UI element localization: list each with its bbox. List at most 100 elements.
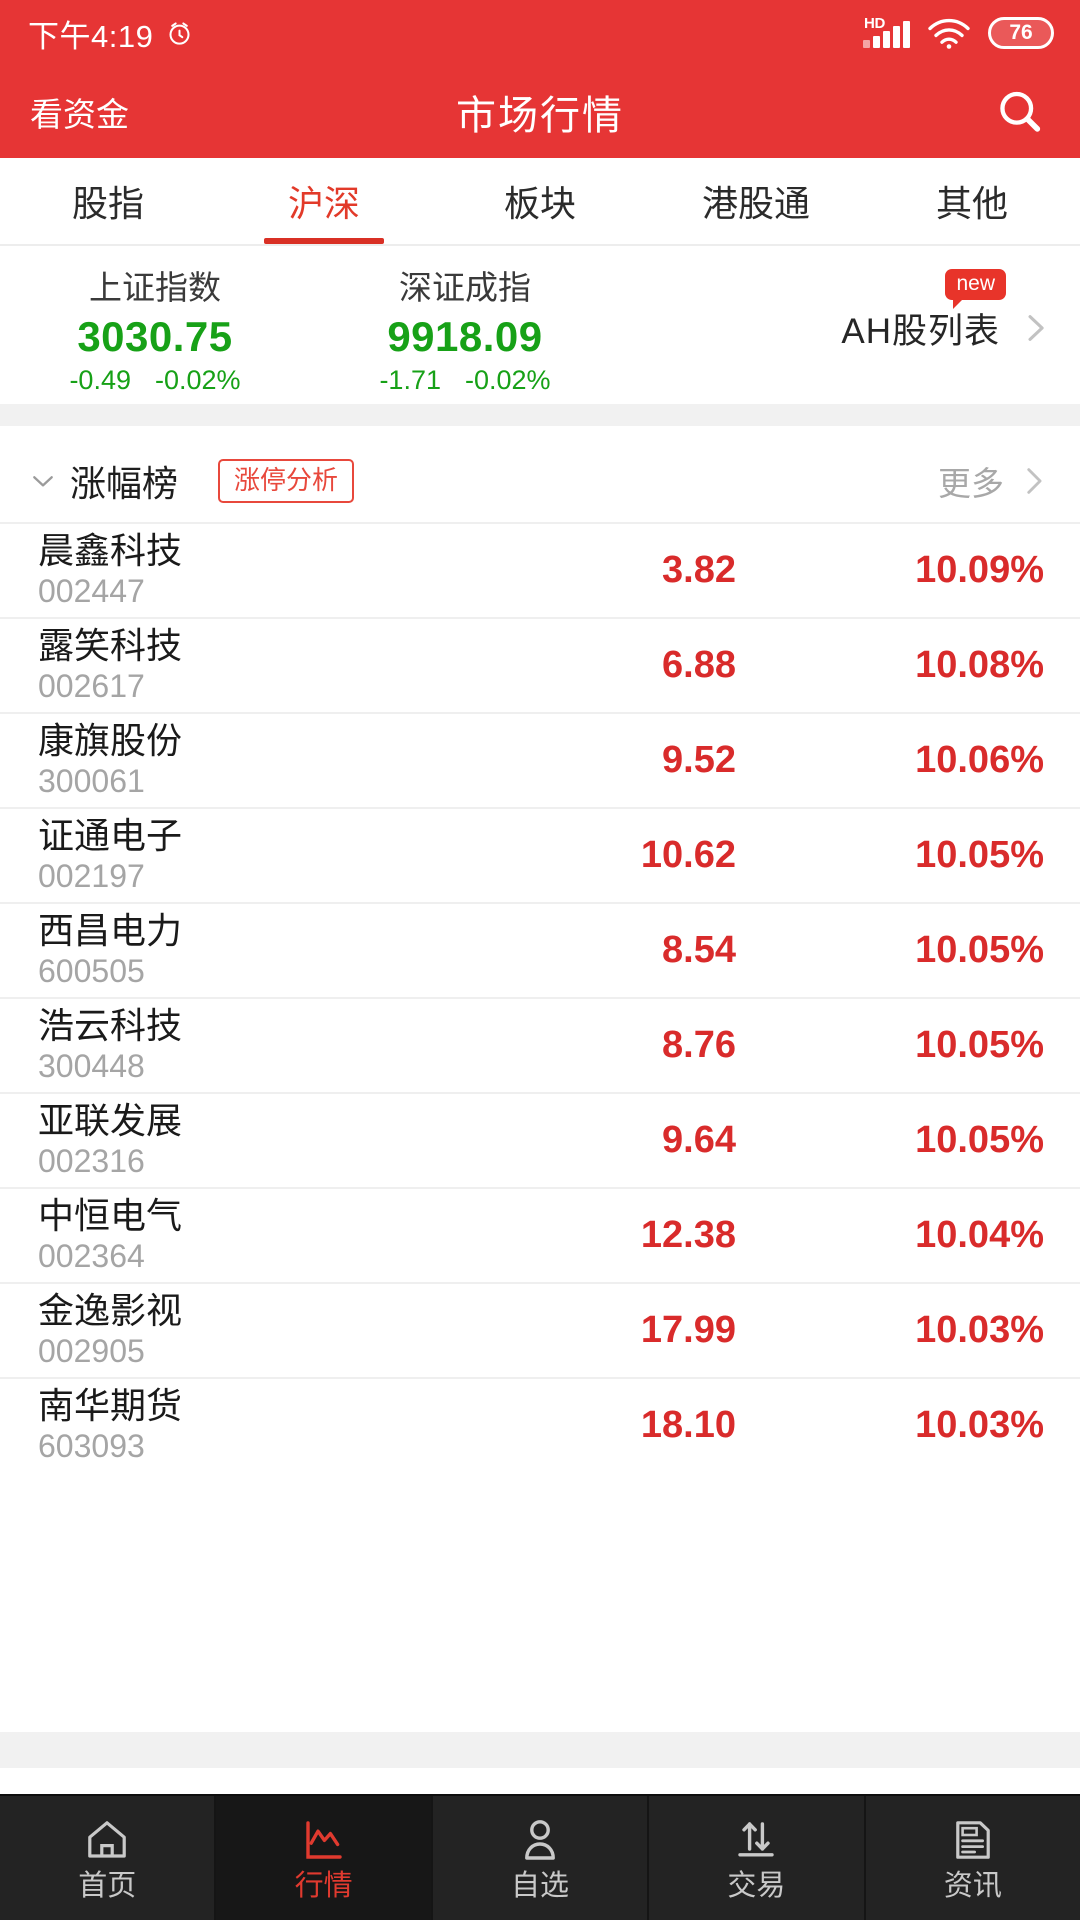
- line-chart-icon: [305, 1820, 342, 1859]
- table-row[interactable]: 晨鑫科技 002447 3.82 10.09%: [0, 522, 1080, 617]
- page-title: 市场行情: [456, 94, 624, 138]
- stock-name: 金逸影视: [38, 1289, 183, 1331]
- status-bar-right: HD 76: [863, 16, 1054, 50]
- ah-share-list-label: AH股列表: [841, 311, 1000, 351]
- section-divider: [0, 404, 1080, 426]
- stock-change-pct: 10.03%: [915, 1309, 1044, 1351]
- ranking-list-header: 涨幅榜 涨停分析 更多: [0, 440, 1080, 522]
- cellular-signal-icon: HD: [863, 15, 910, 48]
- index-card-shanghai[interactable]: 上证指数 3030.75 -0.49 -0.02%: [0, 261, 310, 396]
- market-quotes-screen: 下午4:19 HD 76 看资金 市场行情 股指 沪深 板块 港股通 其他 上证…: [0, 0, 1080, 1920]
- table-row[interactable]: 康旗股份 300061 9.52 10.06%: [0, 712, 1080, 807]
- nav-label: 行情: [294, 1869, 353, 1902]
- ranking-title[interactable]: 涨幅榜: [70, 455, 178, 507]
- index-change-row: -1.71 -0.02%: [379, 365, 550, 396]
- transfer-icon: [738, 1821, 775, 1856]
- stock-name: 亚联发展: [38, 1099, 183, 1141]
- stock-price: 8.76: [662, 1024, 736, 1066]
- home-icon: [88, 1820, 127, 1858]
- table-row[interactable]: 金逸影视 002905 17.99 10.03%: [0, 1282, 1080, 1377]
- stock-name: 露笑科技: [38, 624, 183, 666]
- network-type-label: HD: [864, 15, 886, 32]
- limit-up-analysis-button[interactable]: 涨停分析: [218, 459, 355, 503]
- table-row[interactable]: 证通电子 002197 10.62 10.05%: [0, 807, 1080, 902]
- stock-price: 8.54: [662, 929, 736, 971]
- stock-code: 002197: [38, 858, 145, 895]
- table-row[interactable]: 浩云科技 300448 8.76 10.05%: [0, 997, 1080, 1092]
- table-row[interactable]: 露笑科技 002617 6.88 10.08%: [0, 617, 1080, 712]
- stock-code: 603093: [38, 1428, 145, 1465]
- stock-identity: 中恒电气 002364: [38, 1195, 418, 1276]
- stock-identity: 晨鑫科技 002447: [38, 530, 418, 611]
- chevron-right-icon: [1028, 315, 1044, 341]
- nav-label: 交易: [727, 1869, 786, 1902]
- more-label[interactable]: 更多: [938, 457, 1004, 505]
- stock-price: 9.52: [662, 739, 736, 781]
- table-row[interactable]: 西昌电力 600505 8.54 10.05%: [0, 902, 1080, 997]
- stock-identity: 浩云科技 300448: [38, 1005, 418, 1086]
- person-icon: [525, 1819, 555, 1860]
- index-name: 深证成指: [399, 268, 531, 306]
- wifi-icon: [928, 18, 970, 49]
- nav-item-watchlist[interactable]: 自选: [433, 1796, 650, 1920]
- tab-other[interactable]: 其他: [864, 158, 1080, 244]
- stock-code: 002316: [38, 1143, 145, 1180]
- nav-item-home[interactable]: 首页: [0, 1796, 217, 1920]
- table-row[interactable]: 亚联发展 002316 9.64 10.05%: [0, 1092, 1080, 1187]
- status-bar-left: 下午4:19: [28, 11, 193, 56]
- stock-price: 6.88: [662, 644, 736, 686]
- status-time: 下午4:19: [28, 18, 154, 54]
- index-change-pct: -0.02%: [464, 364, 551, 395]
- stock-change-pct: 10.05%: [915, 929, 1044, 971]
- index-change: -1.71: [379, 364, 441, 395]
- index-name: 上证指数: [89, 268, 221, 306]
- stock-name: 中恒电气: [38, 1194, 183, 1236]
- chevron-down-icon[interactable]: [28, 466, 58, 496]
- index-card-shenzhen[interactable]: 深证成指 9918.09 -1.71 -0.02%: [310, 261, 620, 396]
- section-divider-lower: [0, 426, 1080, 440]
- stock-list: 晨鑫科技 002447 3.82 10.09% 露笑科技 002617 6.88…: [0, 522, 1080, 1732]
- battery-indicator: 76: [988, 17, 1054, 49]
- stock-name: 南华期货: [38, 1384, 183, 1426]
- tab-hk-connect[interactable]: 港股通: [648, 158, 864, 244]
- stock-change-pct: 10.04%: [915, 1214, 1044, 1256]
- nav-item-trade[interactable]: 交易: [649, 1796, 866, 1920]
- category-tabs: 股指 沪深 板块 港股通 其他: [0, 158, 1080, 246]
- stock-code: 600505: [38, 953, 145, 990]
- news-icon: [956, 1820, 990, 1859]
- nav-label: 资讯: [943, 1869, 1002, 1902]
- list-bottom-spacer: [0, 1768, 1080, 1794]
- app-header: 看资金 市场行情: [0, 66, 1080, 158]
- table-row[interactable]: 中恒电气 002364 12.38 10.04%: [0, 1187, 1080, 1282]
- stock-change-pct: 10.05%: [915, 1119, 1044, 1161]
- stock-price: 3.82: [662, 549, 736, 591]
- nav-item-quotes[interactable]: 行情: [216, 1796, 433, 1920]
- stock-price: 9.64: [662, 1119, 736, 1161]
- stock-change-pct: 10.08%: [915, 644, 1044, 686]
- battery-level: 76: [1009, 21, 1033, 44]
- stock-code: 002447: [38, 573, 145, 610]
- tab-sectors[interactable]: 板块: [432, 158, 648, 244]
- nav-item-news[interactable]: 资讯: [866, 1796, 1080, 1920]
- tab-stock-index[interactable]: 股指: [0, 158, 216, 244]
- view-funds-button[interactable]: 看资金: [30, 88, 129, 136]
- tab-hushen[interactable]: 沪深: [216, 158, 432, 244]
- alarm-clock-icon: [169, 21, 190, 45]
- chevron-right-icon-more[interactable]: [1016, 464, 1050, 498]
- table-row[interactable]: 南华期货 603093 18.10 10.03%: [0, 1377, 1080, 1472]
- stock-code: 002617: [38, 668, 145, 705]
- new-badge: new: [945, 268, 1006, 309]
- stock-price: 10.62: [640, 834, 736, 876]
- stock-price: 12.38: [640, 1214, 736, 1256]
- stock-code: 002364: [38, 1238, 145, 1275]
- ah-share-list-entry[interactable]: new AH股列表: [620, 268, 1080, 354]
- stock-price: 18.10: [640, 1404, 736, 1446]
- index-summary-panel: 上证指数 3030.75 -0.49 -0.02% 深证成指 9918.09 -…: [0, 246, 1080, 404]
- index-change: -0.49: [69, 364, 131, 395]
- index-change-row: -0.49 -0.02%: [69, 365, 240, 396]
- search-icon[interactable]: [994, 86, 1046, 138]
- stock-identity: 金逸影视 002905: [38, 1290, 418, 1371]
- index-value: 9918.09: [387, 312, 543, 360]
- list-bottom-divider: [0, 1732, 1080, 1768]
- stock-code: 300448: [38, 1048, 145, 1085]
